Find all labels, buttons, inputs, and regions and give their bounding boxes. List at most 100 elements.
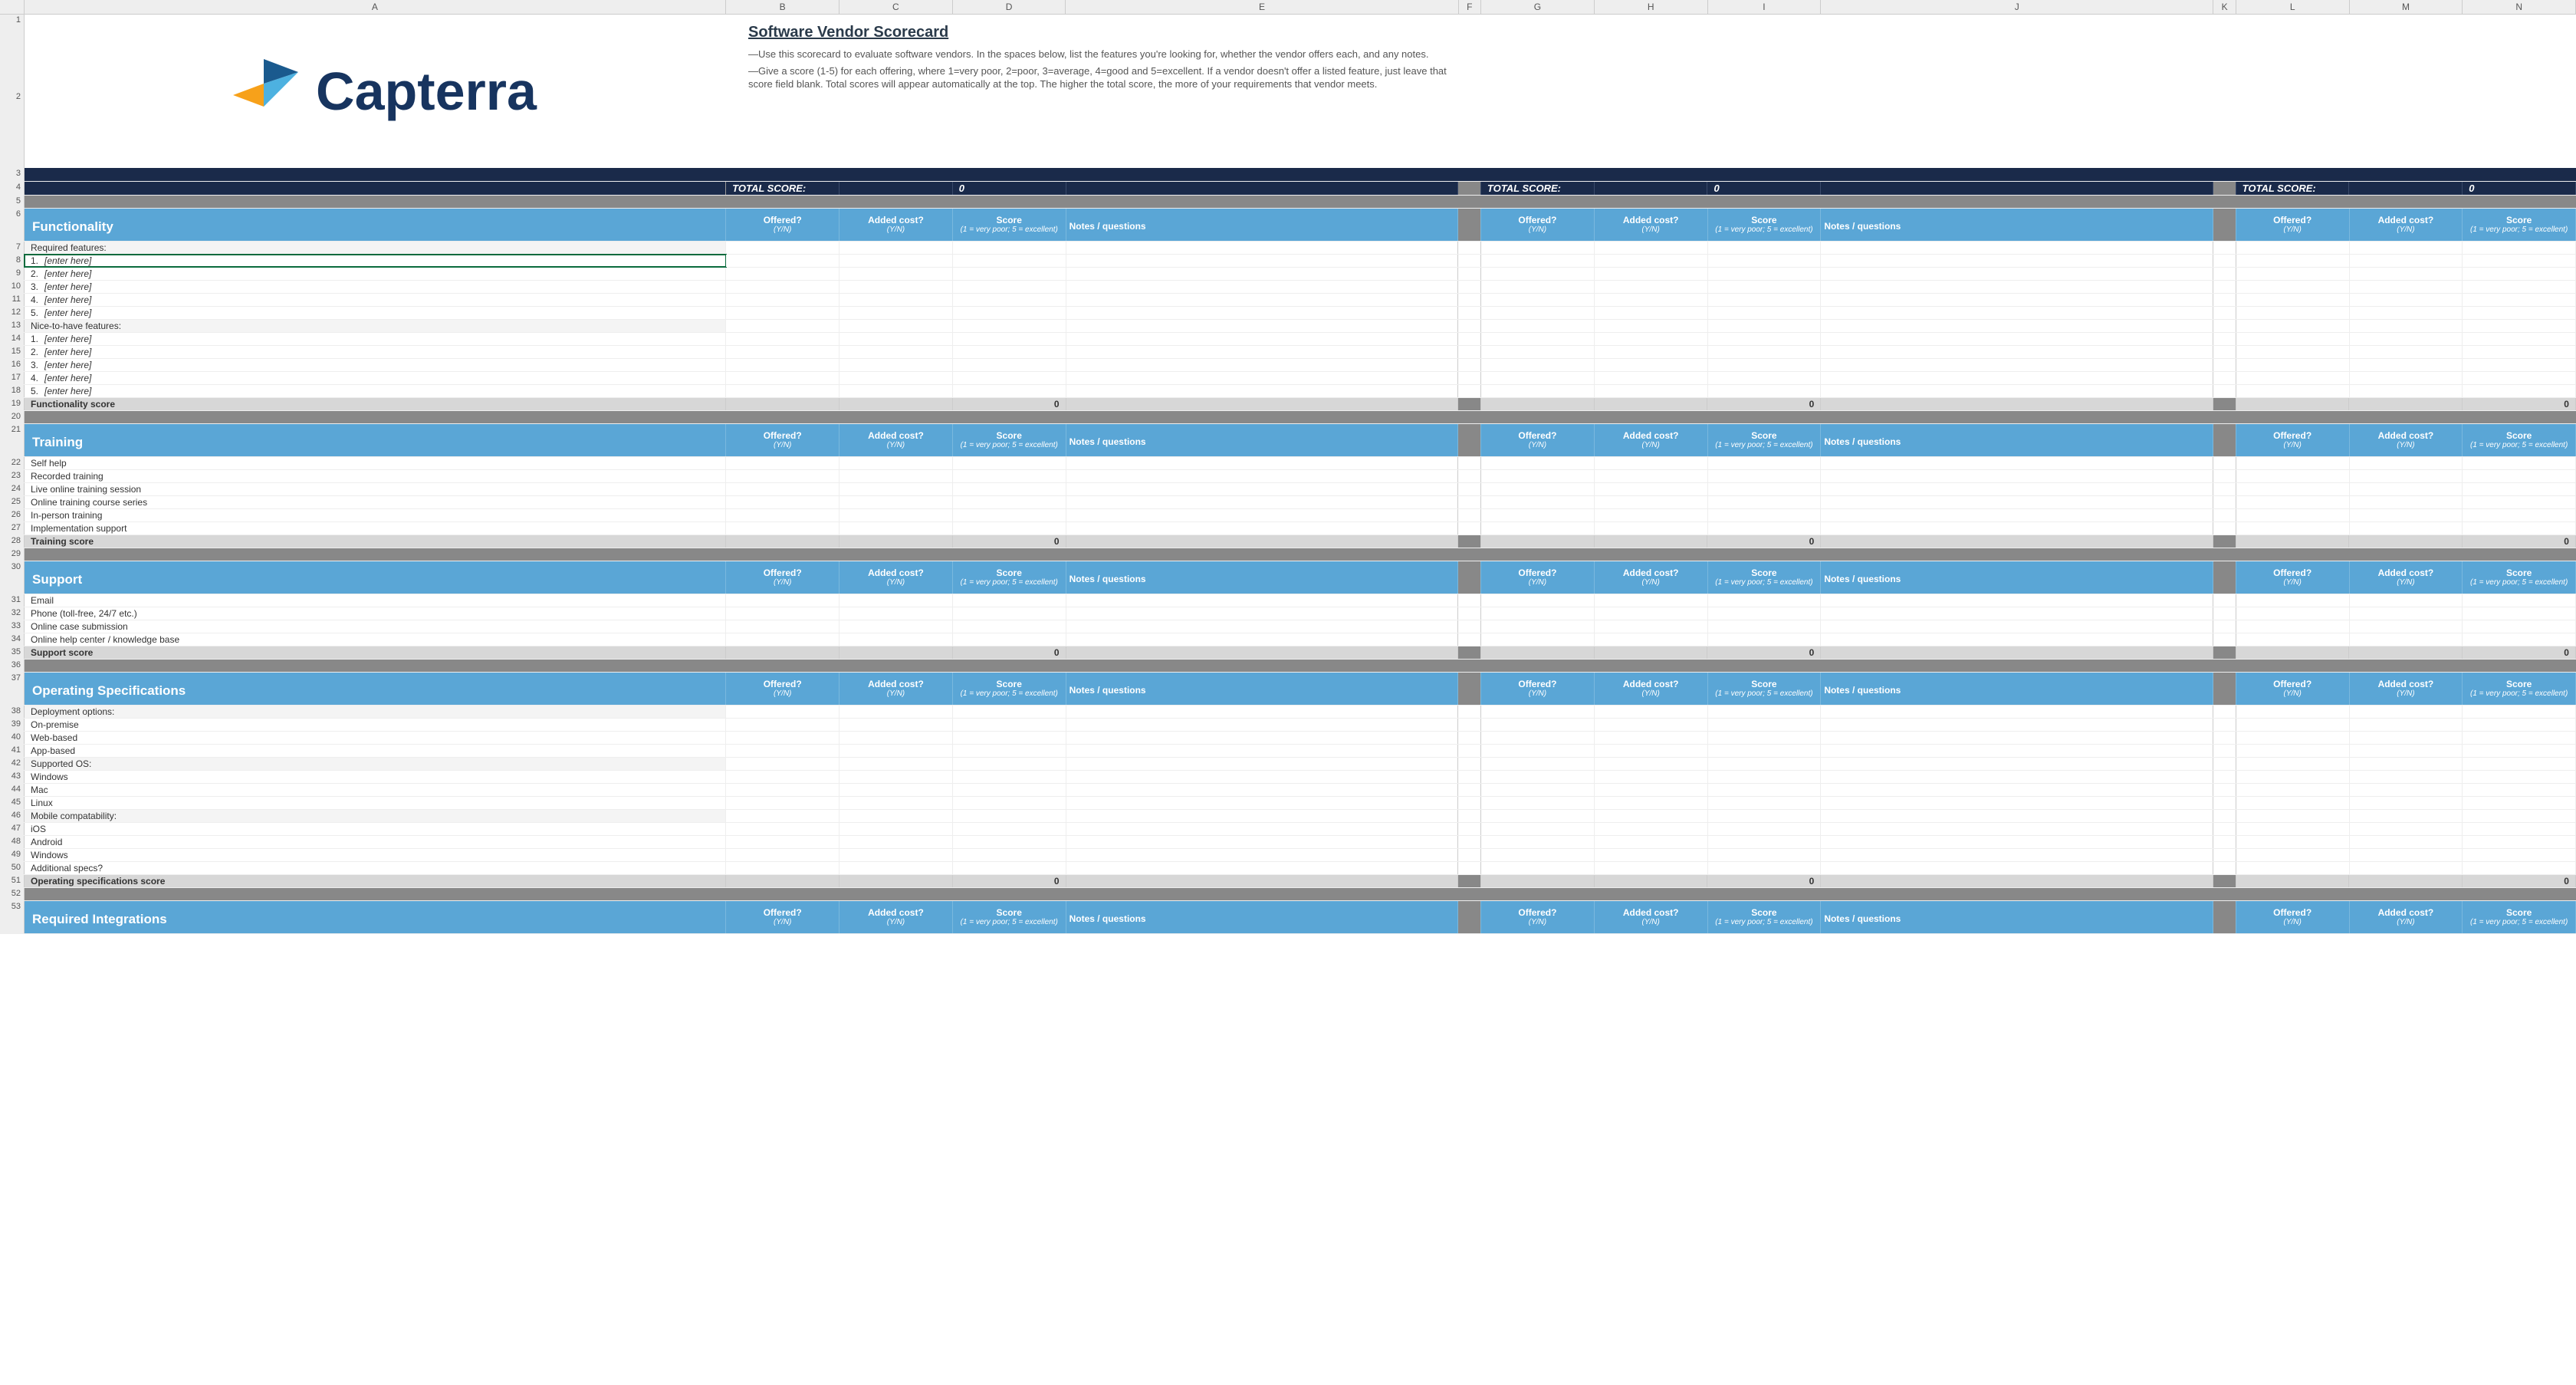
cell[interactable] [1458, 333, 1481, 345]
cell[interactable] [1481, 359, 1595, 371]
cell[interactable] [1458, 242, 1481, 254]
cell[interactable] [840, 732, 953, 744]
cell[interactable] [1481, 372, 1595, 384]
cell[interactable] [953, 496, 1066, 508]
cell[interactable] [1821, 706, 2213, 718]
cell[interactable] [1708, 470, 1822, 482]
cell[interactable] [1458, 810, 1481, 822]
cell[interactable] [840, 509, 953, 521]
cell[interactable] [953, 281, 1066, 293]
cell[interactable] [1481, 470, 1595, 482]
cell[interactable] [1481, 294, 1595, 306]
cell[interactable] [726, 457, 840, 469]
cell[interactable] [2213, 810, 2236, 822]
col-header-N[interactable]: N [2463, 0, 2576, 14]
cell[interactable] [2213, 633, 2236, 646]
cell[interactable] [2463, 810, 2576, 822]
cell[interactable] [1708, 320, 1822, 332]
cell[interactable] [2213, 620, 2236, 633]
cell[interactable] [840, 307, 953, 319]
cell[interactable] [726, 797, 840, 809]
cell[interactable] [1066, 745, 1459, 757]
cell[interactable] [1708, 594, 1822, 607]
cell[interactable] [1821, 320, 2213, 332]
feature-label[interactable]: Nice-to-have features: [25, 320, 726, 332]
cell[interactable] [953, 797, 1066, 809]
cell[interactable] [1458, 849, 1481, 861]
cell[interactable] [2350, 457, 2463, 469]
cell[interactable] [726, 862, 840, 874]
cell[interactable] [953, 849, 1066, 861]
col-header-A[interactable]: A [25, 0, 727, 14]
cell[interactable] [1066, 307, 1459, 319]
row-header-11[interactable]: 11 [0, 294, 25, 306]
cell[interactable] [1481, 836, 1595, 848]
col-header-J[interactable]: J [1821, 0, 2213, 14]
cell[interactable] [2213, 745, 2236, 757]
cell[interactable] [1458, 372, 1481, 384]
cell[interactable] [840, 797, 953, 809]
cell[interactable] [2213, 849, 2236, 861]
cell[interactable] [1458, 594, 1481, 607]
feature-label[interactable]: Supported OS: [25, 758, 726, 770]
cell[interactable] [1708, 457, 1822, 469]
cell[interactable] [2213, 372, 2236, 384]
cell[interactable] [1066, 706, 1459, 718]
cell[interactable] [840, 385, 953, 397]
cell[interactable] [2350, 333, 2463, 345]
cell[interactable] [840, 372, 953, 384]
cell[interactable] [840, 522, 953, 535]
cell[interactable] [953, 385, 1066, 397]
cell[interactable] [2350, 594, 2463, 607]
cell[interactable] [1821, 594, 2213, 607]
cell[interactable] [953, 307, 1066, 319]
cell[interactable] [1481, 620, 1595, 633]
feature-label[interactable]: Online case submission [25, 620, 726, 633]
cell[interactable] [1458, 719, 1481, 731]
cell[interactable] [1458, 823, 1481, 835]
cell[interactable] [1595, 268, 1708, 280]
cell[interactable] [1066, 522, 1459, 535]
cell[interactable] [2350, 745, 2463, 757]
cell[interactable] [1066, 732, 1459, 744]
cell[interactable] [2463, 849, 2576, 861]
cell[interactable] [726, 242, 840, 254]
cell[interactable] [953, 320, 1066, 332]
cell[interactable] [953, 836, 1066, 848]
cell[interactable] [1595, 719, 1708, 731]
cell[interactable] [1481, 633, 1595, 646]
cell[interactable] [840, 823, 953, 835]
feature-label[interactable]: Email [25, 594, 726, 607]
cell[interactable] [2350, 706, 2463, 718]
cell[interactable] [2350, 823, 2463, 835]
cell[interactable] [2350, 509, 2463, 521]
cell[interactable] [1708, 307, 1822, 319]
cell[interactable] [1066, 496, 1459, 508]
cell[interactable] [1458, 320, 1481, 332]
cell[interactable] [1595, 797, 1708, 809]
cell[interactable] [2213, 385, 2236, 397]
cell[interactable] [1595, 594, 1708, 607]
cell[interactable] [840, 255, 953, 267]
cell[interactable] [1595, 483, 1708, 495]
col-header-E[interactable]: E [1066, 0, 1458, 14]
cell[interactable] [1595, 607, 1708, 620]
cell[interactable] [1595, 496, 1708, 508]
cell[interactable] [953, 372, 1066, 384]
row-header-9[interactable]: 9 [0, 268, 25, 280]
feature-label[interactable]: 1.[enter here] [25, 333, 726, 345]
cell[interactable] [1481, 849, 1595, 861]
cell[interactable] [1708, 281, 1822, 293]
cell[interactable] [1821, 633, 2213, 646]
cell[interactable] [1458, 620, 1481, 633]
cell[interactable] [953, 333, 1066, 345]
cell[interactable] [726, 359, 840, 371]
row-header-21[interactable]: 21 [0, 424, 25, 456]
cell[interactable] [1481, 268, 1595, 280]
row-header-10[interactable]: 10 [0, 281, 25, 293]
corner-cell[interactable] [0, 0, 25, 14]
row-header-19[interactable]: 19 [0, 398, 25, 410]
cell[interactable] [1821, 758, 2213, 770]
cell[interactable] [2236, 509, 2350, 521]
cell[interactable] [2236, 771, 2350, 783]
